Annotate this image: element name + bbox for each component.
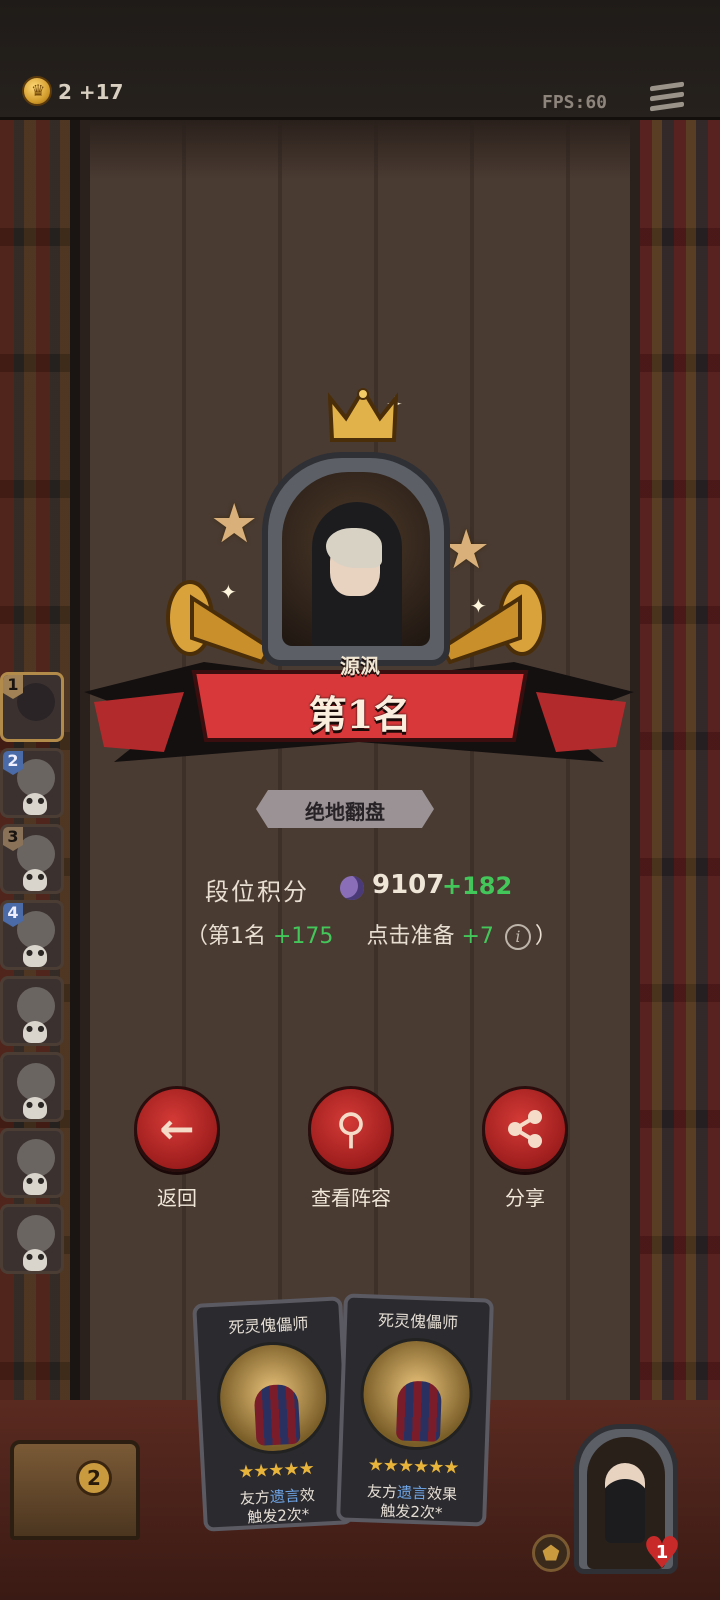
menu-icon (650, 81, 684, 92)
skull-icon (23, 793, 47, 815)
skull-icon (23, 869, 47, 891)
winner-portrait-frame (262, 452, 450, 666)
sparkle-icon: ✦ (220, 580, 237, 604)
treasure-chest[interactable] (10, 1440, 140, 1540)
card-description: 友方遗言效果 触发2次* (366, 1482, 458, 1523)
card-title: 死灵傀儡师 (377, 1310, 459, 1333)
skull-icon (23, 1249, 47, 1271)
card-art (358, 1336, 475, 1452)
ranking-slot[interactable] (0, 1128, 64, 1198)
score-detail: （第1名 +175 点击准备 +7 i） (186, 924, 557, 950)
minion-card[interactable]: 死灵傀儡师 ★★★★★★ 友方遗言效果 触发2次* (336, 1293, 494, 1527)
star-left-icon: ★ (210, 492, 259, 555)
crown-icon (328, 388, 398, 442)
card-art (214, 1339, 333, 1457)
gold-coin-icon (22, 76, 52, 106)
ranking-slot[interactable] (0, 1052, 64, 1122)
skull-icon (23, 1173, 47, 1195)
ranking-slot[interactable]: 2 (0, 748, 64, 818)
ready-label: 点击准备 (366, 924, 455, 949)
ranking-slot[interactable]: 1 (0, 672, 64, 742)
winner-avatar (282, 472, 430, 646)
info-icon[interactable]: i (504, 924, 531, 950)
skull-icon (23, 1021, 47, 1043)
minion-card[interactable]: 死灵傀儡师 ★★★★★ 友方遗言效 触发2次* (192, 1296, 354, 1532)
rank-title: 第1名 (308, 692, 412, 737)
ranking-slot[interactable]: 3 (0, 824, 64, 894)
ranking-sidebar: 1 2 3 4 (0, 672, 68, 1280)
avatar (17, 1063, 55, 1101)
bookshelf-right (640, 120, 720, 1450)
ready-bonus: +7 (461, 924, 494, 949)
search-icon: ⚲ (335, 1104, 367, 1153)
health-value: 1 (655, 1542, 669, 1563)
share-button[interactable]: 分享 (460, 1086, 590, 1211)
view-lineup-button[interactable]: ⚲ 查看阵容 (286, 1086, 416, 1211)
ranking-slot[interactable] (0, 1204, 64, 1274)
avatar (17, 1215, 55, 1253)
sparkle-icon: ✦ (470, 594, 487, 618)
gold-value: 2 +17 (58, 80, 124, 104)
card-description: 友方遗言效 触发2次* (239, 1485, 316, 1527)
achievement-tag: 绝地翻盘 (256, 790, 434, 828)
card-stars: ★★★★★ (237, 1457, 315, 1483)
chest-count-badge: 2 (76, 1460, 112, 1496)
player-name: 源沨 (340, 654, 380, 678)
card-title: 死灵傀儡师 (227, 1314, 309, 1338)
arrow-left-icon: ← (159, 1104, 195, 1153)
avatar (17, 1139, 55, 1177)
score-delta: +182 (442, 872, 513, 900)
moon-icon (340, 876, 364, 900)
score-value: 9107 (372, 870, 445, 900)
menu-button[interactable] (650, 81, 684, 114)
rank-bonus: +175 (273, 924, 334, 949)
ranking-slot[interactable] (0, 976, 64, 1046)
skull-icon (23, 1097, 47, 1119)
score-label: 段位积分 (205, 878, 309, 906)
shield-icon[interactable]: ⬟ (532, 1534, 570, 1572)
avatar (17, 987, 55, 1025)
skull-icon (23, 945, 47, 967)
achievement-label: 绝地翻盘 (305, 800, 385, 824)
fps-counter: FPS:60 (542, 92, 608, 113)
card-stars: ★★★★★★ (367, 1454, 459, 1479)
ranking-slot[interactable]: 4 (0, 900, 64, 970)
share-icon (508, 1110, 542, 1148)
back-button[interactable]: ← 返回 (112, 1086, 242, 1211)
